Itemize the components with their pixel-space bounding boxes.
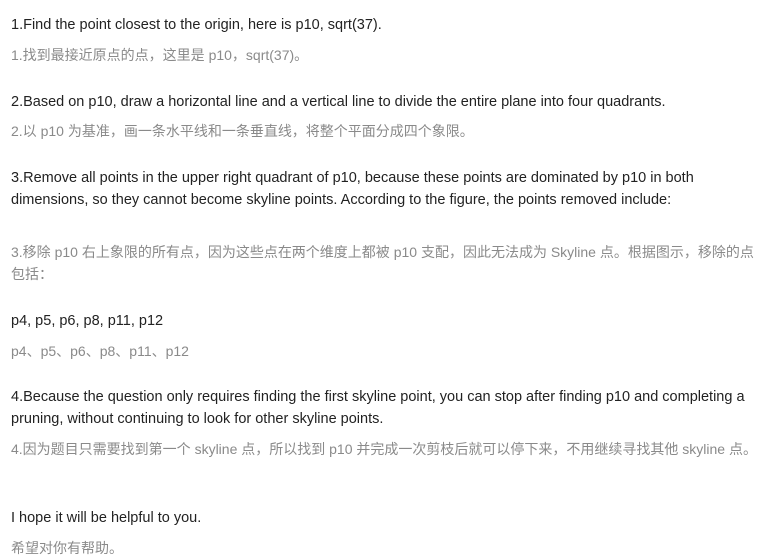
step-1-chinese: 1.找到最接近原点的点，这里是 p10，sqrt(37)。	[11, 47, 309, 63]
step-3-english: 3.Remove all points in the upper right q…	[11, 170, 694, 208]
removed-points-english: p4, p5, p6, p8, p11, p12	[11, 313, 164, 329]
removed-points-chinese: p4、p5、p6、p8、p11、p12	[11, 343, 189, 359]
closing-english: I hope it will be helpful to you.	[11, 510, 202, 526]
step-2-chinese: 2.以 p10 为基准，画一条水平线和一条垂直线，将整个平面分成四个象限。	[11, 123, 474, 139]
step-4-english: 4.Because the question only requires fin…	[11, 389, 745, 427]
step-4-chinese: 4.因为题目只需要找到第一个 skyline 点，所以找到 p10 并完成一次剪…	[11, 441, 757, 457]
step-3-chinese: 3.移除 p10 右上象限的所有点，因为这些点在两个维度上都被 p10 支配，因…	[11, 244, 754, 282]
step-2-english: 2.Based on p10, draw a horizontal line a…	[11, 94, 666, 110]
answer-document: 1.Find the point closest to the origin, …	[0, 0, 771, 559]
step-1-english: 1.Find the point closest to the origin, …	[11, 17, 382, 33]
closing-chinese: 希望对你有帮助。	[11, 540, 123, 556]
